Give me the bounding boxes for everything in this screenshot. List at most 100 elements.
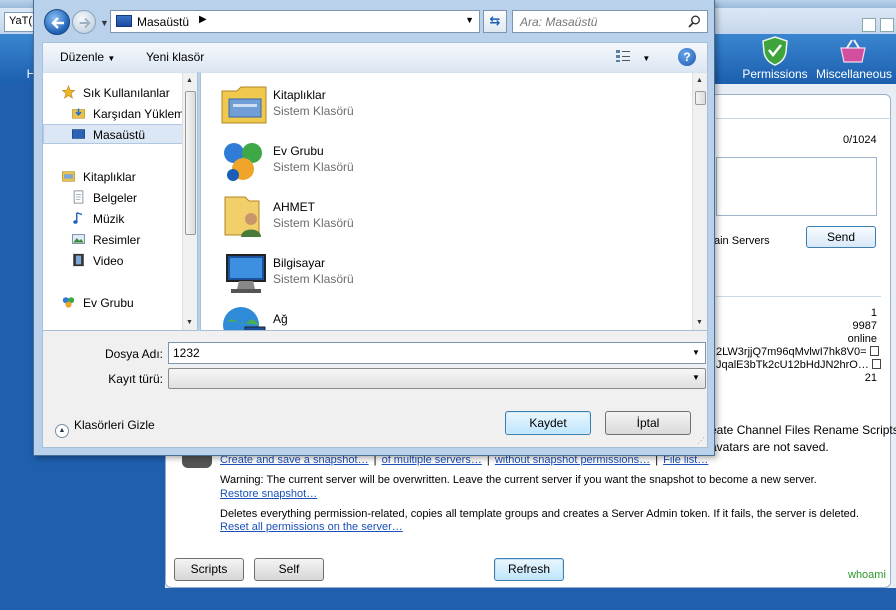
nav-item-videos[interactable]: Video xyxy=(43,251,183,271)
chevron-down-icon: ▼ xyxy=(642,54,651,63)
hide-folders-label: Klasörleri Gizle xyxy=(74,418,155,432)
view-list-icon xyxy=(616,50,630,62)
music-note-icon xyxy=(73,212,83,224)
chevron-down-icon[interactable]: ▼ xyxy=(465,15,474,25)
scroll-up-icon[interactable]: ▲ xyxy=(696,77,703,84)
network-icon xyxy=(223,307,266,330)
help-icon[interactable]: ? xyxy=(678,48,696,66)
info-value: 9987 xyxy=(852,320,877,332)
info-value: 2LW3rjjQ7m96qMvlwI7hk8V0= xyxy=(716,346,867,358)
channel-files-links[interactable]: eate Channel Files Rename Scripts xyxy=(710,423,896,437)
new-folder-button[interactable]: Yeni klasör xyxy=(146,50,204,64)
scroll-down-icon[interactable]: ▼ xyxy=(696,319,703,326)
avatars-note: avatars are not saved. xyxy=(710,440,829,454)
info-value: online xyxy=(847,333,877,345)
bg-window-button[interactable] xyxy=(862,18,876,32)
history-dropdown-icon[interactable]: ▼ xyxy=(100,18,109,28)
nav-item-libraries[interactable]: Kitaplıklar xyxy=(43,167,183,187)
dialog-toolbar: Düzenle ▼ Yeni klasör ▼ ? xyxy=(42,42,708,72)
server-info-panel: 1 9987 online 2LW3rjjQ7m96qMvlwI7hk8V0= … xyxy=(716,296,881,388)
navigation-pane: Sık Kullanılanlar Karşıdan Yüklem Masaüs… xyxy=(42,72,198,331)
filename-label: Dosya Adı: xyxy=(104,347,163,361)
back-button[interactable] xyxy=(44,9,70,35)
permissions-label: Permissions xyxy=(742,67,808,81)
permissions-ribbon-button[interactable]: Permissions xyxy=(740,34,810,84)
views-button[interactable]: ▼ xyxy=(615,49,650,64)
nav-scrollbar[interactable]: ▲ ▼ xyxy=(182,73,197,330)
scroll-down-icon[interactable]: ▼ xyxy=(186,319,193,326)
resize-grip-icon[interactable]: ⋰ xyxy=(697,436,705,445)
miscellaneous-ribbon-button[interactable]: Miscellaneous xyxy=(814,34,894,84)
chevron-down-icon: ▼ xyxy=(107,54,116,63)
search-icon[interactable] xyxy=(688,15,701,28)
desktop-icon xyxy=(72,129,85,139)
file-type: Sistem Klasörü xyxy=(273,216,354,230)
search-placeholder: Ara: Masaüstü xyxy=(520,15,598,29)
nav-item-homegroup[interactable]: Ev Grubu xyxy=(43,293,183,313)
nav-label: Resimler xyxy=(93,233,141,247)
file-item-homegroup[interactable]: Ev Grubu Sistem Klasörü xyxy=(219,135,459,187)
document-icon xyxy=(73,190,84,204)
save-button[interactable]: Kaydet xyxy=(505,411,591,435)
refresh-button[interactable]: Refresh xyxy=(494,558,564,581)
address-box[interactable]: Masaüstü ▶ ▼ xyxy=(110,10,480,33)
send-button[interactable]: Send xyxy=(806,226,876,248)
nav-label: Belgeler xyxy=(93,191,138,205)
files-scrollbar[interactable]: ▲ ▼ xyxy=(692,73,707,330)
file-type: Sistem Klasörü xyxy=(273,104,354,118)
search-input[interactable]: Ara: Masaüstü xyxy=(512,10,708,33)
libraries-icon xyxy=(62,171,75,182)
snapshot-warning-text: Warning: The current server will be over… xyxy=(220,474,817,486)
filetype-select[interactable] xyxy=(168,368,706,389)
file-name: Bilgisayar xyxy=(273,256,326,270)
address-bar-area: ▼ Masaüstü ▶ ▼ ⇆ Ara: Masaüstü xyxy=(42,7,708,37)
nav-label: Sık Kullanılanlar xyxy=(83,86,170,100)
message-char-counter: 0/1024 xyxy=(843,134,877,146)
nav-item-music[interactable]: Müzik xyxy=(43,209,183,229)
file-item-computer[interactable]: Bilgisayar Sistem Klasörü xyxy=(219,247,459,299)
back-arrow-icon xyxy=(51,17,64,29)
nav-item-favorites[interactable]: Sık Kullanılanlar xyxy=(43,83,183,103)
scroll-up-icon[interactable]: ▲ xyxy=(186,77,193,84)
scroll-thumb[interactable] xyxy=(695,91,706,105)
filename-input[interactable] xyxy=(168,342,706,364)
nav-item-pictures[interactable]: Resimler xyxy=(43,230,183,250)
organize-menu[interactable]: Düzenle ▼ xyxy=(60,50,115,64)
nav-item-downloads[interactable]: Karşıdan Yüklem xyxy=(43,104,184,124)
refresh-icon[interactable]: ⇆ xyxy=(483,10,507,33)
copy-icon[interactable] xyxy=(871,359,881,369)
desktop-icon xyxy=(116,15,132,27)
file-item-network[interactable]: Ağ xyxy=(219,303,459,330)
file-type: Sistem Klasörü xyxy=(273,272,354,286)
restore-snapshot-link[interactable]: Restore snapshot… xyxy=(220,488,317,500)
basket-icon xyxy=(840,39,866,63)
cancel-button[interactable]: İptal xyxy=(605,411,691,435)
file-item-libraries[interactable]: Kitaplıklar Sistem Klasörü xyxy=(219,79,459,131)
chevron-down-icon[interactable]: ▼ xyxy=(692,373,700,382)
scripts-button[interactable]: Scripts xyxy=(174,558,244,581)
chevron-right-icon[interactable]: ▶ xyxy=(199,14,207,25)
info-value-row: 2LW3rjjQ7m96qMvlwI7hk8V0= xyxy=(716,346,879,358)
forward-button[interactable] xyxy=(72,10,96,34)
nav-item-desktop[interactable]: Masaüstü xyxy=(43,124,183,144)
file-item-user[interactable]: AHMET Sistem Klasörü xyxy=(219,191,459,243)
address-text[interactable]: Masaüstü xyxy=(137,15,189,29)
file-name: AHMET xyxy=(273,200,315,214)
reset-description-text: Deletes everything permission-related, c… xyxy=(220,508,859,520)
nav-label: Video xyxy=(93,254,124,268)
nav-item-documents[interactable]: Belgeler xyxy=(43,188,183,208)
file-type: Sistem Klasörü xyxy=(273,160,354,174)
bg-divider xyxy=(716,118,892,119)
chevron-down-icon[interactable]: ▼ xyxy=(692,348,700,357)
copy-icon[interactable] xyxy=(869,346,879,356)
bg-window-close-button[interactable] xyxy=(880,18,894,32)
star-icon xyxy=(61,85,76,99)
self-button[interactable]: Self xyxy=(254,558,324,581)
main-servers-option[interactable]: ain Servers xyxy=(714,235,770,247)
info-value: JqalE3bTk2cU12bHdJN2hrO… xyxy=(716,359,869,371)
nav-label: Müzik xyxy=(93,212,125,226)
reset-permissions-link[interactable]: Reset all permissions on the server… xyxy=(220,521,403,533)
hide-folders-toggle[interactable]: ▲ Klasörleri Gizle xyxy=(55,418,155,438)
scroll-thumb[interactable] xyxy=(185,91,196,235)
message-textbox[interactable] xyxy=(716,157,877,216)
